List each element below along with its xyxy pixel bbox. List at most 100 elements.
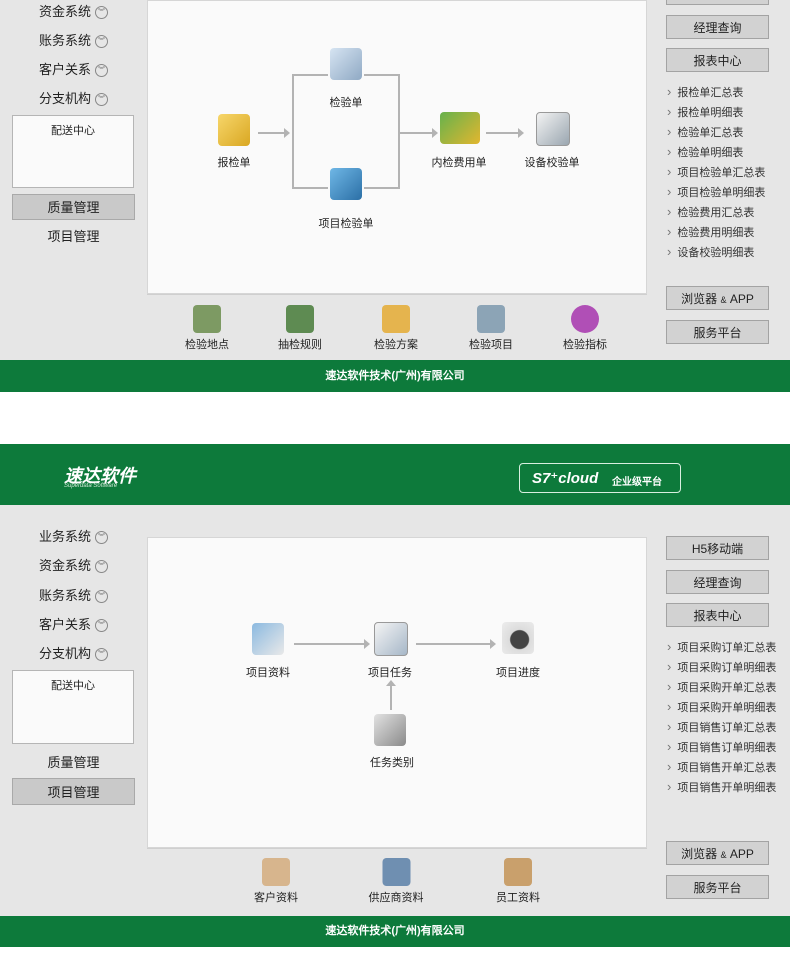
magnifier-icon xyxy=(286,305,314,333)
chart-coins-icon[interactable] xyxy=(440,112,480,144)
product-badge: S7⁺cloud 企业级平台 xyxy=(519,463,681,493)
flow-node-report[interactable]: 报检单 xyxy=(218,154,251,170)
footer: 速达软件技术(广州)有限公司 xyxy=(0,360,790,392)
document-magnifier-icon[interactable] xyxy=(330,48,362,80)
chevron-down-icon: ︾ xyxy=(95,6,108,20)
report-link[interactable]: 项目采购开单明细表 xyxy=(667,699,776,715)
report-link[interactable]: 项目销售开单汇总表 xyxy=(667,759,776,775)
toolbar-indicators[interactable]: 检验指标 xyxy=(563,305,607,352)
footer: 速达软件技术(广州)有限公司 xyxy=(0,916,790,947)
report-link[interactable]: 检验费用明细表 xyxy=(667,224,754,240)
chevron-down-icon: ︾ xyxy=(95,531,108,545)
arrow-right-icon xyxy=(432,128,438,138)
service-platform-button[interactable]: 服务平台 xyxy=(666,875,769,899)
flow-connector xyxy=(486,132,520,134)
nav-accounting[interactable]: 账务系统 ︾ xyxy=(12,29,135,53)
flow-connector xyxy=(416,643,492,645)
browser-app-button[interactable]: 浏览器 & APP xyxy=(666,841,769,865)
arrow-up-icon xyxy=(386,680,396,686)
flow-node-internal-fee[interactable]: 内检费用单 xyxy=(432,154,487,170)
flow-connector xyxy=(364,187,400,189)
flow-node-project-data[interactable]: 项目资料 xyxy=(246,664,290,680)
tools-icon[interactable] xyxy=(374,714,406,746)
flow-node-task-category[interactable]: 任务类别 xyxy=(370,754,414,770)
report-center-button[interactable]: 报表中心 xyxy=(666,48,769,72)
report-link[interactable]: 报检单明细表 xyxy=(667,104,743,120)
yellow-folder-icon[interactable] xyxy=(218,114,250,146)
sub-item-distribution[interactable]: 配送中心 xyxy=(12,115,134,188)
service-platform-button[interactable]: 服务平台 xyxy=(666,320,769,344)
arrow-right-icon xyxy=(490,639,496,649)
chevron-down-icon: ︾ xyxy=(95,560,108,574)
report-link[interactable]: 检验单明细表 xyxy=(667,144,743,160)
sub-item-distribution[interactable]: 配送中心 xyxy=(12,670,134,744)
nav-crm[interactable]: 客户关系 ︾ xyxy=(12,58,135,82)
report-link[interactable]: 项目销售开单明细表 xyxy=(667,779,776,795)
report-center-button[interactable]: 报表中心 xyxy=(666,603,769,627)
flow-node-inspect[interactable]: 检验单 xyxy=(330,94,363,110)
nav-branch[interactable]: 分支机构 ︾ xyxy=(12,87,135,111)
arrow-right-icon xyxy=(518,128,524,138)
toolbar-items[interactable]: 检验项目 xyxy=(469,305,513,352)
toolbar-employees[interactable]: 员工资料 xyxy=(496,858,540,905)
toolbar-scheme[interactable]: 检验方案 xyxy=(374,305,418,352)
manager-query-button[interactable]: 经理查询 xyxy=(666,570,769,594)
report-link[interactable]: 项目检验单汇总表 xyxy=(667,164,765,180)
spreadsheet-icon[interactable] xyxy=(536,112,570,146)
report-link[interactable]: 项目销售订单汇总表 xyxy=(667,719,776,735)
report-link[interactable]: 项目销售订单明细表 xyxy=(667,739,776,755)
nav-quality[interactable]: 质量管理 xyxy=(12,194,135,220)
flow-connector xyxy=(400,132,434,134)
nav-accounting[interactable]: 账务系统 ︾ xyxy=(12,584,135,608)
nav-quality[interactable]: 质量管理 xyxy=(12,751,135,775)
chevron-down-icon: ︾ xyxy=(95,93,108,107)
h5-mobile-button[interactable]: H5移动端 xyxy=(666,536,769,560)
nav-funds[interactable]: 资金系统 ︾ xyxy=(12,0,135,24)
nav-crm[interactable]: 客户关系 ︾ xyxy=(12,613,135,637)
nav-branch[interactable]: 分支机构 ︾ xyxy=(12,642,135,666)
manager-query-button[interactable]: 经理查询 xyxy=(666,15,769,39)
nav-project[interactable]: 项目管理 xyxy=(12,778,135,805)
nav-business[interactable]: 业务系统 ︾ xyxy=(12,525,135,549)
report-link[interactable]: 项目采购订单明细表 xyxy=(667,659,776,675)
photo-folder-icon[interactable] xyxy=(252,623,284,655)
customer-icon xyxy=(262,858,290,886)
toolbar-location[interactable]: 检验地点 xyxy=(185,305,229,352)
report-link[interactable]: 检验费用汇总表 xyxy=(667,204,754,220)
brand-subtitle: Superdata Software xyxy=(64,483,118,489)
arrow-right-icon xyxy=(364,639,370,649)
pie-chart-icon xyxy=(571,305,599,333)
report-link[interactable]: 检验单汇总表 xyxy=(667,124,743,140)
chevron-down-icon: ︾ xyxy=(95,619,108,633)
toolbox-icon xyxy=(477,305,505,333)
flow-node-project-task[interactable]: 项目任务 xyxy=(368,664,412,680)
chevron-down-icon: ︾ xyxy=(95,590,108,604)
toolbar-suppliers[interactable]: 供应商资料 xyxy=(369,858,424,905)
task-folder-icon[interactable] xyxy=(374,622,408,656)
report-link[interactable]: 报检单汇总表 xyxy=(667,84,743,100)
employee-icon xyxy=(504,858,532,886)
person-magnifier-icon[interactable] xyxy=(330,168,362,200)
clock-folder-icon[interactable] xyxy=(502,622,534,654)
report-link[interactable]: 设备校验明细表 xyxy=(667,244,754,260)
report-link[interactable]: 项目检验单明细表 xyxy=(667,184,765,200)
documents-icon xyxy=(382,305,410,333)
flow-connector xyxy=(364,74,400,76)
flow-connector xyxy=(292,74,328,76)
nav-project[interactable]: 项目管理 xyxy=(12,225,135,249)
report-link[interactable]: 项目采购订单汇总表 xyxy=(667,639,776,655)
browser-app-button[interactable]: 浏览器 & APP xyxy=(666,286,769,310)
flow-canvas xyxy=(147,537,647,848)
hidden-top-button[interactable] xyxy=(666,0,769,5)
report-link[interactable]: 项目采购开单汇总表 xyxy=(667,679,776,695)
toolbar-sampling-rule[interactable]: 抽检规则 xyxy=(278,305,322,352)
toolbar-customers[interactable]: 客户资料 xyxy=(254,858,298,905)
flow-node-project-progress[interactable]: 项目进度 xyxy=(496,664,540,680)
flow-connector xyxy=(294,643,366,645)
flow-node-equipment[interactable]: 设备校验单 xyxy=(525,154,580,170)
flow-connector xyxy=(292,74,294,188)
flow-node-project-inspect[interactable]: 项目检验单 xyxy=(319,215,374,231)
chevron-down-icon: ︾ xyxy=(95,35,108,49)
nav-funds[interactable]: 资金系统 ︾ xyxy=(12,554,135,578)
chevron-down-icon: ︾ xyxy=(95,64,108,78)
